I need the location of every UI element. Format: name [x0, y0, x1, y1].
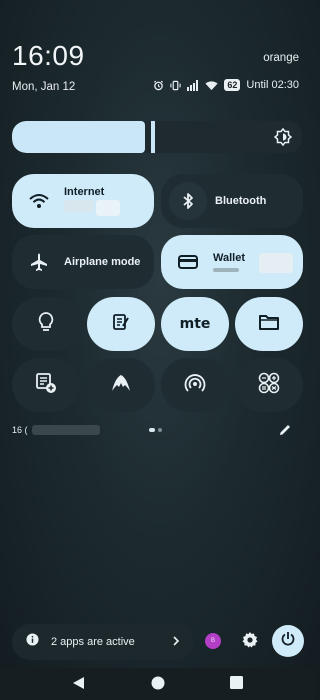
user-indicator[interactable]: 16 (: [12, 425, 100, 435]
status-icons: 62 Until 02:30: [153, 79, 299, 91]
mte-icon: mte: [179, 316, 211, 332]
vibrate-icon: [170, 80, 182, 91]
brightness-slider[interactable]: [12, 121, 302, 153]
page-dot: [158, 428, 162, 432]
tile-airplane-mode[interactable]: Airplane mode: [12, 235, 154, 289]
tile-flashlight[interactable]: [12, 297, 80, 351]
page-dot-active: [149, 428, 155, 432]
tile-vpn[interactable]: [87, 358, 155, 412]
tile-files[interactable]: [235, 297, 303, 351]
tile-wallet-label: Wallet: [213, 252, 245, 264]
calculator-icon: [257, 371, 281, 400]
tile-add-widget[interactable]: [12, 358, 80, 412]
tile-bluetooth-label: Bluetooth: [215, 195, 267, 207]
tile-wallet[interactable]: Wallet: [161, 235, 303, 289]
tile-notes[interactable]: [87, 297, 155, 351]
tile-mte[interactable]: mte: [161, 297, 229, 351]
alarm-until-label: Until 02:30: [246, 79, 299, 91]
user-prefix: 16 (: [12, 425, 28, 435]
page-indicator: [149, 428, 162, 432]
wallet-icon: [177, 254, 199, 270]
back-icon[interactable]: [72, 676, 85, 695]
tile-airplane-label: Airplane mode: [64, 256, 141, 268]
brightness-thumb[interactable]: [151, 121, 155, 153]
recents-icon[interactable]: [230, 676, 243, 694]
tile-internet[interactable]: Internet: [12, 174, 154, 228]
info-icon: [26, 633, 39, 651]
home-icon[interactable]: [151, 676, 165, 695]
wifi-status-icon: [205, 80, 218, 91]
tile-bluetooth[interactable]: Bluetooth: [161, 174, 303, 228]
vpn-mountain-icon: [110, 373, 132, 398]
hotspot-icon: [184, 372, 206, 399]
tile-calculator[interactable]: [235, 358, 303, 412]
signal-icon: [187, 79, 199, 91]
wifi-icon: [28, 193, 50, 209]
auto-brightness-icon[interactable]: [273, 127, 293, 151]
airplane-icon: [28, 252, 50, 272]
alarm-icon: [153, 80, 164, 91]
edit-pencil-icon[interactable]: [278, 423, 292, 442]
power-button[interactable]: [272, 625, 304, 657]
user-avatar[interactable]: B: [205, 633, 221, 649]
add-stack-icon: [34, 371, 58, 400]
date-label: Mon, Jan 12: [12, 81, 76, 93]
folder-icon: [258, 313, 280, 336]
battery-indicator: 62: [224, 79, 241, 91]
power-icon: [280, 631, 296, 652]
chevron-right-icon: [172, 633, 180, 651]
carrier-label: orange: [263, 52, 299, 64]
active-apps-label: 2 apps are active: [51, 636, 135, 648]
bluetooth-icon: [169, 182, 207, 220]
settings-gear-icon[interactable]: [241, 631, 259, 654]
active-apps-button[interactable]: 2 apps are active: [12, 624, 194, 660]
navigation-bar: [0, 668, 315, 700]
tile-hotspot[interactable]: [161, 358, 229, 412]
notes-icon: [111, 312, 131, 337]
bulb-icon: [36, 311, 56, 338]
clock-time: 16:09: [12, 40, 85, 71]
tile-internet-label: Internet: [64, 186, 105, 198]
brightness-fill: [12, 121, 145, 153]
user-name-redacted: [31, 425, 100, 435]
